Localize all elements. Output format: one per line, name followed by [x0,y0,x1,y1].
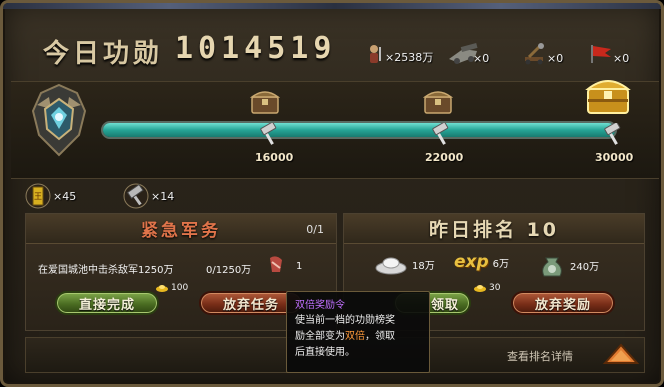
token-icon: 王 [25,183,51,209]
milestone-value-1: 16000 [255,151,294,164]
claim-cost: 30 [473,283,500,293]
soldiers-count: ×2538万 [385,51,434,64]
task-progress: 0/1250万 [206,265,252,276]
tooltip-title: 双倍奖励令 [295,300,345,311]
abandon-reward-button[interactable]: 放弃奖励 [511,291,615,315]
claim-cost-value: 30 [489,283,501,293]
collapse-arrow-button[interactable] [601,341,641,367]
today-merit-label: 今日功勋 [43,39,164,69]
milestone-marker-1-icon [259,121,279,145]
tooltip-highlight: 双倍 [345,331,365,342]
tooltip-body: 使当前一档的功勋榜奖 励全部变为双倍，领取 后直接使用。 [295,313,421,361]
resource-flag: ×0 [587,37,629,65]
money-bag-icon [542,257,562,277]
today-merit-value: 1014519 [175,31,337,66]
task-reward-icon [266,254,286,276]
complete-now-button[interactable]: 直接完成 [55,291,159,315]
task-reward-count: 1 [296,261,303,272]
merit-panel: 今日功勋 1014519 ×2538万 ×0 ×0 ×0 16000 22000… [0,0,664,387]
svg-text:王: 王 [34,192,42,201]
reward-exp: exp 6万 [454,252,509,272]
urgent-task-progress: 0/1 [306,223,324,236]
reward-money-value: 240万 [570,261,600,273]
view-rank-details-link[interactable]: 查看排名详情 [507,348,573,364]
chevron-up-icon [602,343,640,364]
milestone-chest-1[interactable] [249,87,281,115]
top-strip [3,3,661,9]
ranking-header: 昨日排名 10 [344,214,644,244]
tooltip-line-2: 励全部变为双倍，领取 [295,331,395,342]
token-count: ×45 [53,189,77,203]
merit-emblem-icon [27,83,91,161]
milestone-marker-2-icon [431,121,451,145]
gold-ingot-icon [474,285,486,292]
reward-money-bag: 240万 [538,252,599,278]
complete-cost-value: 100 [171,283,189,293]
reward-silver-value: 18万 [412,260,435,272]
tooltip-line-1: 使当前一档的功勋榜奖 [295,315,395,326]
complete-cost: 100 [155,283,188,293]
gold-ingot-icon [156,285,168,292]
cannon-icon [447,42,478,65]
merit-progress-fill [103,123,615,137]
catapult-icon [521,43,551,65]
task-description: 在爱国城池中击杀敌军1250万 [38,265,174,276]
ranking-title: 昨日排名 10 [428,219,560,241]
urgent-task-title: 紧急军务 [141,221,221,241]
reward-silver: 18万 [374,252,435,276]
milestone-value-2: 22000 [425,151,464,164]
reward-exp-value: 6万 [492,258,510,270]
resource-cannon: ×0 [447,37,489,65]
resource-catapult: ×0 [521,37,563,65]
soldier-icon [359,43,389,65]
merit-progress-bar [101,121,617,139]
item-token[interactable]: 王 ×45 [25,183,76,209]
hammer-icon [123,183,149,209]
tooltip-line-3: 后直接使用。 [295,347,355,358]
hammer-count: ×14 [151,189,175,203]
resource-soldiers: ×2538万 [359,37,433,65]
urgent-task-header: 紧急军务 0/1 [26,214,336,244]
milestone-value-3: 30000 [595,151,634,164]
double-reward-tooltip: 双倍奖励令 使当前一档的功勋榜奖 励全部变为双倍，领取 后直接使用。 [286,291,430,373]
silver-ingot-icon [375,257,407,275]
milestone-chest-2[interactable] [422,87,454,115]
exp-icon: exp [454,252,489,272]
item-hammer[interactable]: ×14 [123,183,174,209]
milestone-chest-3[interactable] [585,73,631,114]
flag-icon [587,43,617,65]
milestone-marker-3-icon [603,121,623,145]
